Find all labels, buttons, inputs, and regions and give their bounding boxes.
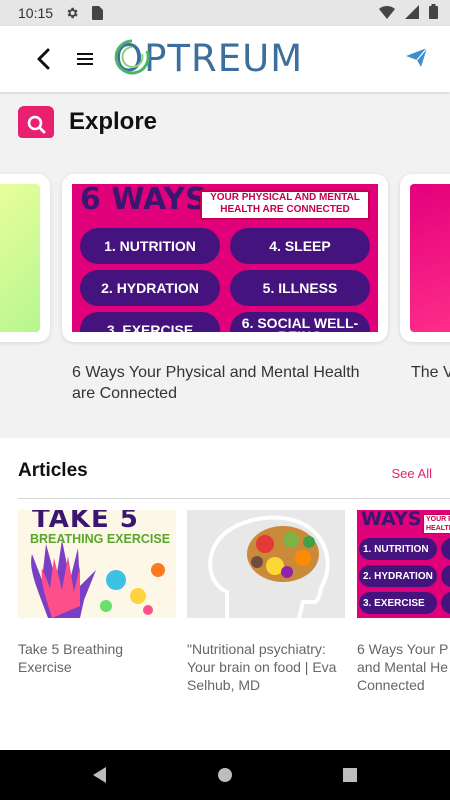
back-arrow-icon	[37, 48, 50, 70]
menu-button[interactable]	[74, 46, 96, 72]
battery-icon	[429, 4, 438, 22]
explore-header: Explore	[18, 106, 157, 138]
caption-line: and Mental He	[357, 659, 449, 675]
banner-line: YOUR PHYSICAL AND MENTAL	[210, 192, 360, 203]
explore-card-prev-image	[0, 184, 40, 332]
system-nav-bar	[0, 750, 450, 800]
app-screen: 10:15 OPTREUM Explore 6 WAYS YOUR PHYSIC…	[0, 0, 450, 800]
nav-back-button[interactable]	[90, 765, 110, 785]
explore-card-caption[interactable]: 6 Ways Your Physical and Mental Health a…	[72, 362, 372, 404]
triangle-back-icon	[93, 767, 106, 783]
explore-card-prev[interactable]	[0, 174, 50, 342]
square-recents-icon	[343, 768, 357, 782]
thumb-subheading: BREATHING EXERCISE	[30, 532, 171, 546]
caption-line: 6 Ways Your P	[357, 641, 449, 657]
caption-line: Take 5 Breathing	[18, 641, 124, 657]
caption-line: Your brain on food | Eva	[187, 659, 337, 675]
thumb-banner-line: YOUR PH	[426, 516, 450, 523]
article-thumbnail-6-ways[interactable]: WAYS YOUR PH HEALTH A 1. NUTRITION 2. HY…	[357, 510, 450, 618]
pill-item: 1. NUTRITION	[359, 538, 437, 560]
thumb-banner: YOUR PH HEALTH A	[423, 514, 450, 534]
gear-icon	[65, 6, 79, 20]
pill-item: 4. SLEEP	[230, 228, 370, 264]
explore-card[interactable]: 6 WAYS YOUR PHYSICAL AND MENTAL HEALTH A…	[62, 174, 388, 342]
pill-item: 5. ILLNESS	[230, 270, 370, 306]
pill-item-partial	[441, 538, 450, 560]
card-image-banner: YOUR PHYSICAL AND MENTAL HEALTH ARE CONN…	[200, 190, 370, 220]
status-bar: 10:15	[0, 0, 450, 26]
banner-line: HEALTH ARE CONNECTED	[220, 204, 350, 215]
explore-card-next[interactable]	[400, 174, 450, 342]
pill-item: 2. HYDRATION	[359, 565, 437, 587]
status-time: 10:15	[18, 5, 54, 21]
pill-item-partial	[441, 592, 450, 614]
pill-item: 3. EXERCISE	[359, 592, 437, 614]
send-button[interactable]	[406, 47, 430, 72]
caption-line: Connected	[357, 677, 425, 693]
article-caption-nutritional-psychiatry[interactable]: "Nutritional psychiatry: Your brain on f…	[187, 640, 336, 694]
article-thumbnail-breathing[interactable]: TAKE 5 BREATHING EXERCISE	[18, 510, 176, 618]
card-image-heading: 6 WAYS	[80, 184, 207, 217]
sim-card-icon	[91, 6, 104, 20]
app-header: OPTREUM	[0, 26, 450, 92]
hamburger-menu-icon	[77, 53, 93, 65]
send-icon	[406, 47, 428, 67]
articles-title: Articles	[18, 460, 88, 481]
pill-item: 3. EXERCISE	[80, 312, 220, 332]
logo-swoosh-icon	[114, 39, 150, 75]
optreum-logo: OPTREUM	[114, 34, 338, 82]
caption-line: "Nutritional psychiatry:	[187, 641, 326, 657]
pill-item-partial	[441, 565, 450, 587]
caption-line: Exercise	[18, 659, 72, 675]
nav-home-button[interactable]	[215, 765, 235, 785]
explore-folder-icon	[18, 106, 54, 138]
article-thumbnail-nutritional-psychiatry[interactable]	[187, 510, 345, 618]
thumb-banner-line: HEALTH A	[426, 525, 450, 532]
explore-card-next-image	[410, 184, 450, 332]
thumb-heading: WAYS	[361, 510, 422, 530]
circle-home-icon	[218, 768, 232, 782]
nav-recents-button[interactable]	[340, 765, 360, 785]
brain-food-illustration	[187, 510, 345, 618]
thumb-heading: TAKE 5	[32, 510, 139, 534]
see-all-link[interactable]: See All	[392, 466, 432, 481]
pill-item: 6. SOCIAL WELL-BEING	[230, 312, 370, 332]
article-caption-6-ways[interactable]: 6 Ways Your P and Mental He Connected	[357, 640, 448, 694]
pill-item: 2. HYDRATION	[80, 270, 220, 306]
signal-icon	[405, 4, 419, 22]
articles-section: Articles See All TAKE 5 BREATHING EXERCI…	[0, 438, 450, 750]
pill-item: 1. NUTRITION	[80, 228, 220, 264]
caption-line: Selhub, MD	[187, 677, 261, 693]
explore-title: Explore	[69, 108, 158, 135]
article-caption-breathing[interactable]: Take 5 Breathing Exercise	[18, 640, 123, 676]
wifi-icon	[379, 5, 395, 22]
back-button[interactable]	[30, 46, 56, 72]
articles-divider	[18, 498, 450, 499]
explore-card-image: 6 WAYS YOUR PHYSICAL AND MENTAL HEALTH A…	[72, 184, 378, 332]
explore-card-next-caption[interactable]: The V	[411, 362, 450, 383]
